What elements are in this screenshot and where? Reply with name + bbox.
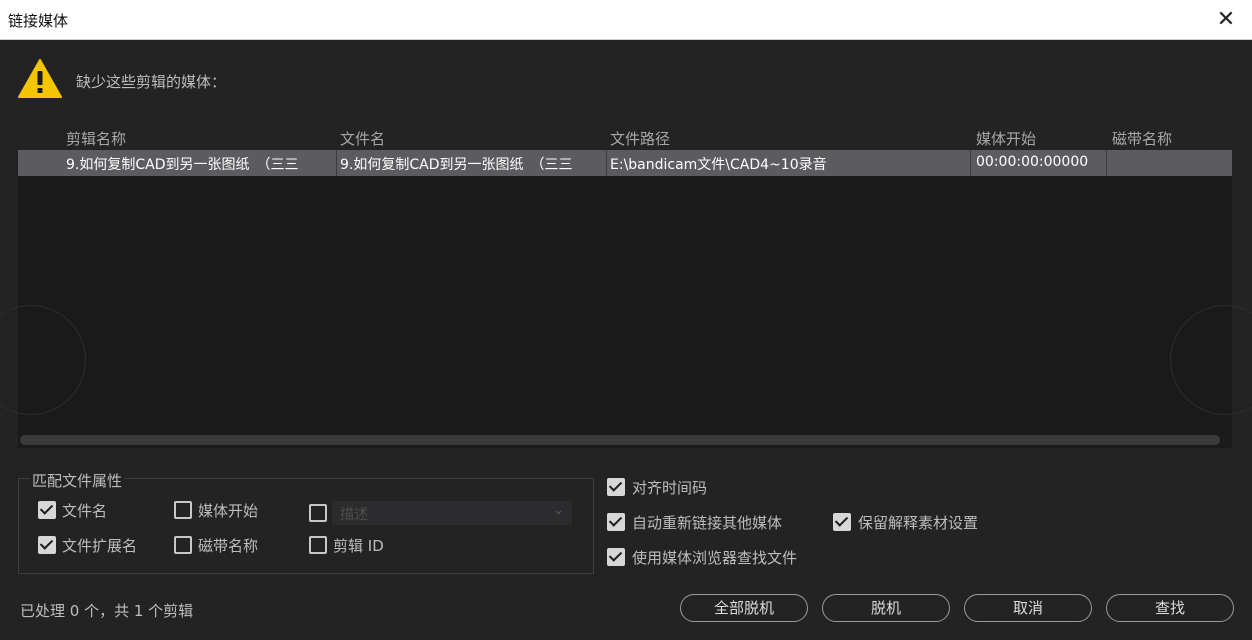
find-button[interactable]: 查找 bbox=[1106, 594, 1234, 622]
description-placeholder: 描述 bbox=[340, 507, 368, 523]
cell-clip-name: 9.如何复制CAD到另一张图纸 （三三 bbox=[66, 157, 299, 173]
column-header-clip-name[interactable]: 剪辑名称 bbox=[66, 128, 126, 149]
tape-name-checkbox[interactable] bbox=[174, 536, 192, 554]
file-name-checkbox[interactable] bbox=[38, 501, 56, 519]
link-media-dialog: 缺少这些剪辑的媒体： 剪辑名称 文件名 文件路径 媒体开始 磁带名称 9.如何复… bbox=[0, 40, 1252, 640]
cell-file-name: 9.如何复制CAD到另一张图纸 （三三 bbox=[340, 157, 573, 173]
column-header-file-name[interactable]: 文件名 bbox=[340, 128, 385, 149]
title-bar: 链接媒体 ✕ bbox=[0, 0, 1252, 40]
description-checkbox[interactable] bbox=[309, 504, 327, 522]
missing-media-message: 缺少这些剪辑的媒体： bbox=[76, 73, 227, 91]
table-row[interactable]: 9.如何复制CAD到另一张图纸 （三三 9.如何复制CAD到另一张图纸 （三三 … bbox=[18, 150, 1232, 176]
use-media-browser-checkbox[interactable] bbox=[607, 548, 625, 566]
file-extension-label: 文件扩展名 bbox=[62, 537, 138, 555]
column-divider bbox=[1106, 150, 1107, 176]
media-start-checkbox[interactable] bbox=[174, 501, 192, 519]
column-divider bbox=[336, 150, 337, 176]
column-header-tape-name[interactable]: 磁带名称 bbox=[1112, 128, 1172, 149]
warning-icon bbox=[18, 59, 62, 98]
column-header-media-start[interactable]: 媒体开始 bbox=[976, 128, 1036, 149]
chevron-down-icon: ⌄ bbox=[553, 503, 564, 518]
use-media-browser-label: 使用媒体浏览器查找文件 bbox=[632, 549, 798, 567]
close-icon[interactable]: ✕ bbox=[1212, 6, 1240, 34]
file-name-label: 文件名 bbox=[62, 502, 108, 520]
offline-button[interactable]: 脱机 bbox=[822, 594, 950, 622]
preserve-interpret-footage-checkbox[interactable] bbox=[833, 513, 851, 531]
tape-name-label: 磁带名称 bbox=[198, 537, 259, 555]
window-title: 链接媒体 bbox=[8, 12, 69, 30]
match-file-properties-group bbox=[18, 478, 594, 574]
column-divider bbox=[606, 150, 607, 176]
match-file-properties-legend: 匹配文件属性 bbox=[30, 470, 125, 491]
horizontal-scrollbar[interactable] bbox=[20, 435, 1220, 445]
media-start-label: 媒体开始 bbox=[198, 502, 259, 520]
cell-media-start: 00:00:00:00000 bbox=[976, 154, 1089, 170]
align-timecode-checkbox[interactable] bbox=[607, 478, 625, 496]
cell-file-path: E:\bandicam文件\CAD4~10录音 bbox=[610, 157, 827, 173]
table-header: 剪辑名称 文件名 文件路径 媒体开始 磁带名称 bbox=[18, 122, 1232, 150]
column-divider bbox=[970, 150, 971, 176]
clip-id-label: 剪辑 ID bbox=[333, 537, 384, 555]
cancel-button[interactable]: 取消 bbox=[964, 594, 1092, 622]
auto-relink-checkbox[interactable] bbox=[607, 513, 625, 531]
column-header-file-path[interactable]: 文件路径 bbox=[610, 128, 670, 149]
description-select[interactable]: 描述 ⌄ bbox=[332, 501, 572, 525]
missing-media-table: 剪辑名称 文件名 文件路径 媒体开始 磁带名称 9.如何复制CAD到另一张图纸 … bbox=[18, 122, 1232, 448]
preserve-interpret-footage-label: 保留解释素材设置 bbox=[858, 514, 979, 532]
file-extension-checkbox[interactable] bbox=[38, 536, 56, 554]
align-timecode-label: 对齐时间码 bbox=[632, 479, 708, 497]
offline-all-button[interactable]: 全部脱机 bbox=[680, 594, 808, 622]
clip-id-checkbox[interactable] bbox=[309, 536, 327, 554]
auto-relink-label: 自动重新链接其他媒体 bbox=[632, 514, 783, 532]
status-text: 已处理 0 个，共 1 个剪辑 bbox=[20, 602, 194, 620]
